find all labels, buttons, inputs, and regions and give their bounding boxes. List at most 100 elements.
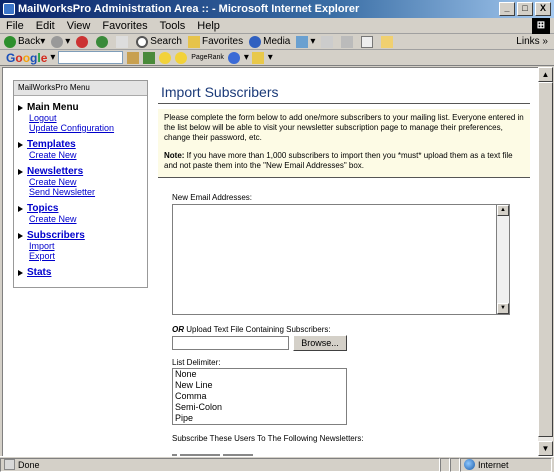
home-button[interactable] — [116, 35, 130, 48]
list-delimiter-select[interactable]: None New Line Comma Semi-Colon Pipe — [172, 368, 347, 425]
scroll-down-icon[interactable]: ▼ — [538, 441, 553, 456]
edit-button[interactable] — [361, 35, 375, 48]
back-label: Back — [18, 36, 41, 47]
nav-send-newsletter-link[interactable]: Send Newsletter — [29, 187, 147, 197]
security-zone-cell: Internet — [460, 457, 552, 472]
window-title-bar: MailWorksPro Administration Area :: - Mi… — [0, 0, 554, 18]
back-arrow-icon — [4, 35, 16, 48]
google-logo-letter: G — [6, 50, 16, 65]
media-button[interactable]: Media — [249, 35, 291, 48]
note-text: Note: If you have more than 1,000 subscr… — [164, 151, 524, 171]
delimiter-option-comma[interactable]: Comma — [175, 391, 346, 402]
menu-edit[interactable]: Edit — [36, 20, 55, 32]
history-icon — [296, 35, 309, 48]
back-button[interactable]: Back ▾ — [4, 35, 45, 48]
pagerank-indicator[interactable]: PageRank — [191, 54, 224, 61]
search-web-icon[interactable] — [127, 51, 140, 64]
nav-newsletters-link[interactable]: Newsletters — [27, 166, 83, 177]
media-label: Media — [263, 36, 291, 47]
scroll-thumb[interactable] — [538, 82, 553, 437]
delimiter-option-semi-colon[interactable]: Semi-Colon — [175, 402, 346, 413]
page-done-icon — [4, 459, 15, 470]
arrow-right-icon — [18, 269, 23, 276]
status-empty-cell — [440, 457, 450, 472]
nav-templates-create-new-link[interactable]: Create New — [29, 150, 147, 160]
sidebar-heading: MailWorksPro Menu — [14, 81, 147, 96]
email-addresses-textarea[interactable] — [172, 204, 510, 315]
nav-group-newsletters: Newsletters Create New Send Newsletter — [18, 166, 147, 197]
google-search-input[interactable] — [58, 51, 124, 64]
highlight-icon[interactable] — [251, 51, 264, 64]
nav-export-link[interactable]: Export — [29, 251, 147, 261]
main-content: Import Subscribers Please complete the f… — [158, 80, 530, 456]
minimize-button[interactable]: _ — [499, 2, 515, 16]
favorites-button[interactable]: Favorites — [187, 35, 243, 48]
google-logo-letter: o — [15, 50, 23, 65]
close-button[interactable]: X — [535, 2, 551, 16]
nav-subscribers-link[interactable]: Subscribers — [27, 230, 85, 241]
delimiter-option-none[interactable]: None — [175, 369, 346, 380]
nav-group-topics: Topics Create New — [18, 203, 147, 224]
forward-arrow-icon — [51, 35, 64, 48]
scroll-up-icon[interactable]: ▲ — [538, 67, 553, 82]
forward-button[interactable]: ▾ — [51, 35, 70, 48]
nav-update-configuration-link[interactable]: Update Configuration — [29, 123, 147, 133]
email-addresses-label: New Email Addresses: — [172, 193, 253, 202]
google-logo-letter: o — [22, 50, 31, 65]
history-button[interactable]: ▾ — [296, 35, 315, 48]
edit-page-icon — [361, 35, 374, 48]
status-text: Done — [18, 459, 40, 470]
sidebar-menu: MailWorksPro Menu Main Menu Logout Updat… — [13, 80, 148, 288]
smiley-icon[interactable] — [159, 51, 172, 64]
browse-button[interactable]: Browse... — [293, 335, 347, 351]
mail-button[interactable] — [321, 35, 335, 48]
search-site-icon[interactable] — [143, 51, 156, 64]
menu-bar: File Edit View Favorites Tools Help ⊞ — [0, 18, 554, 34]
frown-icon[interactable] — [175, 51, 188, 64]
search-button[interactable]: Search — [136, 35, 182, 48]
discuss-button[interactable] — [381, 35, 395, 48]
info-icon[interactable] — [227, 51, 240, 64]
links-button[interactable]: Links » — [516, 36, 548, 47]
textarea-scrollbar[interactable]: ▲ ▼ — [496, 204, 510, 315]
menu-tools[interactable]: Tools — [160, 20, 186, 32]
arrow-right-icon — [18, 168, 23, 175]
upload-file-input[interactable] — [172, 336, 289, 350]
page-scrollbar[interactable]: ▲ ▼ — [538, 67, 553, 456]
delimiter-option-new-line[interactable]: New Line — [175, 380, 346, 391]
menu-file[interactable]: File — [6, 20, 24, 32]
instructions-box: Please complete the form below to add on… — [158, 109, 530, 178]
status-bar: Done Internet — [0, 456, 554, 472]
nav-logout-link[interactable]: Logout — [29, 113, 147, 123]
maximize-button[interactable]: □ — [517, 2, 533, 16]
links-label: Links — [516, 36, 540, 47]
arrow-right-icon — [18, 232, 23, 239]
scroll-up-icon[interactable]: ▲ — [497, 205, 509, 216]
nav-topics-create-new-link[interactable]: Create New — [29, 214, 147, 224]
nav-templates-link[interactable]: Templates — [27, 139, 76, 150]
windows-logo-icon: ⊞ — [532, 18, 550, 34]
delimiter-option-pipe[interactable]: Pipe — [175, 413, 346, 424]
scroll-down-icon[interactable]: ▼ — [497, 303, 509, 314]
ie-app-icon — [3, 3, 15, 15]
nav-newsletters-create-new-link[interactable]: Create New — [29, 177, 147, 187]
print-button[interactable] — [341, 35, 355, 48]
page-viewport: MailWorksPro Menu Main Menu Logout Updat… — [2, 67, 538, 456]
menu-view[interactable]: View — [67, 20, 91, 32]
nav-group-templates: Templates Create New — [18, 139, 147, 160]
search-label: Search — [150, 36, 182, 47]
globe-icon — [464, 459, 475, 470]
favorites-icon — [187, 35, 200, 48]
page-title: Import Subscribers — [158, 80, 530, 104]
refresh-button[interactable] — [96, 35, 110, 48]
menu-help[interactable]: Help — [197, 20, 220, 32]
print-icon — [341, 35, 354, 48]
arrow-right-icon — [18, 205, 23, 212]
nav-topics-link[interactable]: Topics — [27, 203, 58, 214]
menu-favorites[interactable]: Favorites — [102, 20, 147, 32]
status-text-cell: Done — [0, 457, 440, 472]
nav-import-link[interactable]: Import — [29, 241, 147, 251]
stop-button[interactable] — [76, 35, 90, 48]
nav-stats-link[interactable]: Stats — [27, 267, 51, 278]
google-logo[interactable]: Google — [6, 51, 47, 65]
